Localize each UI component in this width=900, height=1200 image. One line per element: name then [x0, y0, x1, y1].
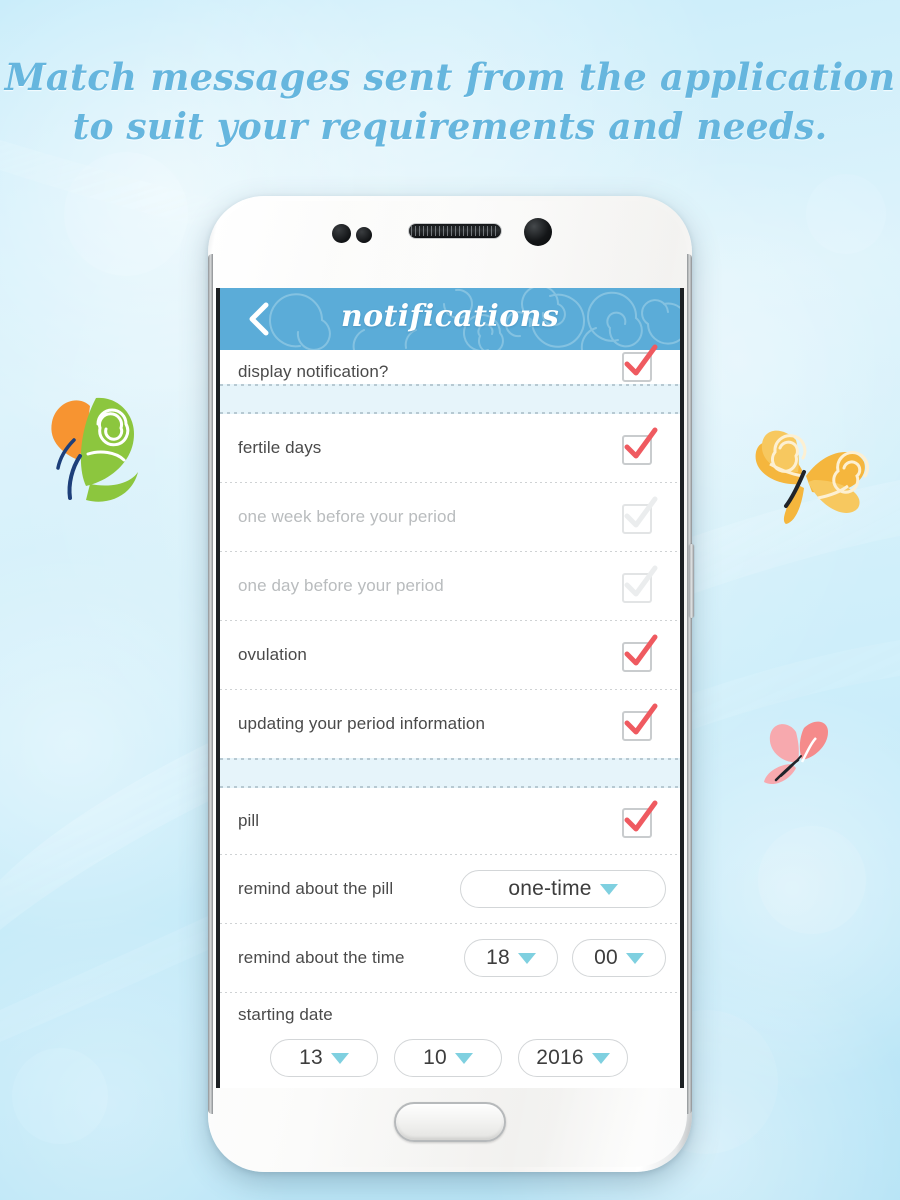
power-button[interactable]	[689, 544, 694, 618]
checkmark-icon	[624, 496, 658, 528]
headline: Match messages sent from the application…	[0, 52, 900, 152]
phone-side-left	[208, 254, 213, 1114]
app-header: notifications	[220, 288, 680, 350]
checkmark-icon	[624, 427, 658, 459]
row-label: remind about the time	[238, 948, 405, 967]
checkbox-ovulation[interactable]	[622, 634, 658, 672]
butterfly-pink-icon	[764, 721, 828, 785]
butterfly-green-orange-icon	[51, 397, 138, 502]
phone-side-right	[687, 254, 692, 1114]
chevron-left-icon	[249, 302, 269, 336]
checkbox-one-week-before-period[interactable]	[622, 496, 658, 534]
list-item-starting-date: starting date 13 10 2016	[220, 993, 680, 1088]
row-label: one day before your period	[238, 576, 444, 595]
header-swirl-pattern	[269, 288, 680, 350]
speaker-grille-icon	[408, 223, 502, 239]
headline-line-1: Match messages sent from the application	[4, 55, 896, 99]
row-label: pill	[238, 811, 260, 830]
checkmark-icon	[624, 703, 658, 735]
chevron-down-icon	[330, 1052, 349, 1064]
row-label: display notification?	[238, 362, 389, 381]
row-label: starting date	[238, 1005, 333, 1024]
checkbox-fertile-days[interactable]	[622, 427, 658, 465]
row-label: updating your period information	[238, 714, 486, 733]
chevron-down-icon	[625, 952, 644, 964]
butterfly-orange-icon	[755, 430, 870, 524]
list-item-fertile-days[interactable]: fertile days	[220, 414, 680, 482]
dropdown-value: 00	[594, 946, 618, 969]
list-item-one-day-before-period[interactable]: one day before your period	[220, 552, 680, 620]
chevron-down-icon	[517, 952, 536, 964]
checkmark-icon	[624, 344, 658, 376]
starting-date-year-dropdown[interactable]: 2016	[518, 1039, 628, 1077]
phone-screen: notifications display notification? fert…	[220, 288, 680, 1088]
checkbox-pill[interactable]	[622, 800, 658, 838]
list-item-pill[interactable]: pill	[220, 788, 680, 854]
remind-time-hour-dropdown[interactable]: 18	[464, 939, 558, 977]
checkbox-display-notification[interactable]	[622, 344, 658, 382]
dropdown-value: 10	[423, 1046, 447, 1069]
speaker-mesh	[411, 226, 499, 236]
light-sensor-icon	[356, 227, 372, 243]
list-item-ovulation[interactable]: ovulation	[220, 621, 680, 689]
headline-line-2: to suit your requirements and needs.	[72, 106, 828, 148]
list-item-one-week-before-period[interactable]: one week before your period	[220, 483, 680, 551]
row-label: one week before your period	[238, 507, 457, 526]
dropdown-value: 2016	[536, 1046, 584, 1069]
starting-date-month-dropdown[interactable]: 10	[394, 1039, 502, 1077]
list-item-remind-about-pill: remind about the pill one-time	[220, 855, 680, 923]
checkmark-icon	[624, 800, 658, 832]
row-label: remind about the pill	[238, 879, 394, 898]
remind-time-minute-dropdown[interactable]: 00	[572, 939, 666, 977]
chevron-down-icon	[591, 1052, 610, 1064]
remind-pill-controls: one-time	[460, 870, 666, 908]
checkbox-one-day-before-period[interactable]	[622, 565, 658, 603]
row-label: ovulation	[238, 645, 307, 664]
checkbox-updating-period-information[interactable]	[622, 703, 658, 741]
remind-pill-frequency-dropdown[interactable]: one-time	[460, 870, 666, 908]
dropdown-value: one-time	[508, 877, 592, 900]
starting-date-day-dropdown[interactable]: 13	[270, 1039, 378, 1077]
section-separator-band	[220, 384, 680, 414]
row-label: fertile days	[238, 438, 322, 457]
list-item-updating-period-information[interactable]: updating your period information	[220, 690, 680, 758]
home-button[interactable]	[394, 1102, 506, 1142]
phone-top-hardware	[208, 196, 692, 288]
dropdown-value: 18	[486, 946, 510, 969]
remind-time-controls: 18 00	[464, 939, 666, 977]
list-item-display-notification[interactable]: display notification?	[220, 344, 680, 384]
list-item-remind-about-time: remind about the time 18 00	[220, 924, 680, 992]
notification-settings-list: display notification? fertile days one w…	[220, 344, 680, 1088]
dropdown-value: 13	[299, 1046, 323, 1069]
phone-mockup: notifications display notification? fert…	[208, 196, 694, 1172]
section-separator-band	[220, 758, 680, 788]
proximity-sensor-icon	[332, 224, 351, 243]
chevron-down-icon	[454, 1052, 473, 1064]
starting-date-controls: 13 10 2016	[238, 1039, 666, 1077]
back-button[interactable]	[236, 296, 282, 342]
checkmark-icon	[624, 634, 658, 666]
camera-lens-icon	[524, 218, 552, 246]
checkmark-icon	[624, 565, 658, 597]
chevron-down-icon	[599, 883, 618, 895]
